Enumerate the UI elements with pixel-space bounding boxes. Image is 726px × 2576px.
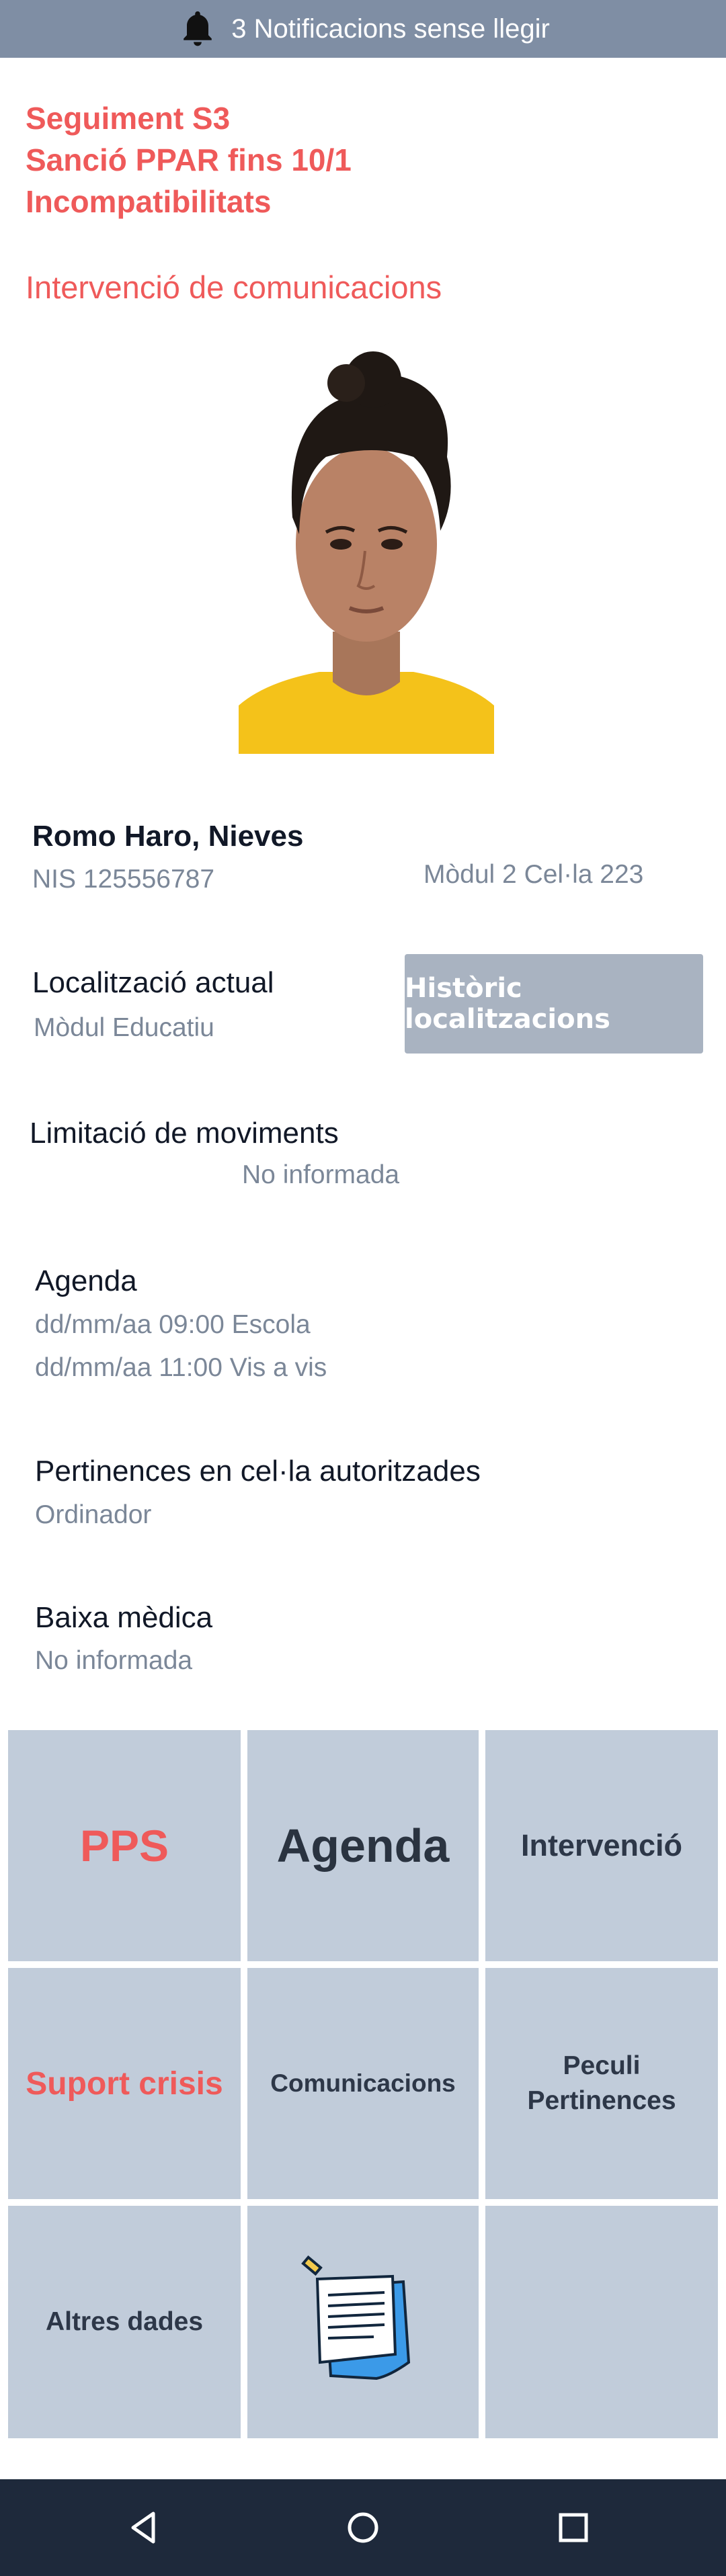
alert-item: Seguiment S3 xyxy=(26,101,231,136)
tile-pps[interactable]: PPS xyxy=(8,1730,241,1961)
inmate-photo xyxy=(239,343,494,754)
location-value: Mòdul Educatiu xyxy=(34,1013,214,1042)
notification-text: 3 Notificacions sense llegir xyxy=(231,13,550,44)
agenda-item: dd/mm/aa 09:00 Escola xyxy=(35,1310,311,1339)
alert-item: Incompatibilitats xyxy=(26,184,272,219)
tile-label: Comunicacions xyxy=(270,2069,456,2097)
person-portrait-image xyxy=(239,343,494,754)
tile-label: PPS xyxy=(79,1821,169,1871)
tile-comunicacions[interactable]: Comunicacions xyxy=(247,1968,479,2199)
medical-label: Baixa mèdica xyxy=(35,1601,213,1634)
inmate-cell: Mòdul 2 Cel·la 223 xyxy=(424,860,644,889)
belongings-label: Pertinences en cel·la autoritzades xyxy=(35,1455,481,1488)
inmate-nis: NIS 125556787 xyxy=(32,865,215,894)
communications-alert: Intervenció de comunicacions xyxy=(26,269,442,305)
agenda-item: dd/mm/aa 11:00 Vis a vis xyxy=(35,1353,327,1382)
alerts-list: Seguiment S3 Sanció PPAR fins 10/1 Incom… xyxy=(26,97,352,222)
bell-icon xyxy=(184,11,212,46)
tile-label: Agenda xyxy=(276,1819,450,1872)
medical-value: No informada xyxy=(35,1646,193,1675)
belongings-value: Ordinador xyxy=(35,1500,152,1529)
location-label: Localització actual xyxy=(32,966,274,999)
tile-label: Peculi xyxy=(563,2051,641,2080)
menu-grid: PPS Agenda Intervenció Suport crisis Com… xyxy=(8,1730,718,2438)
back-icon[interactable] xyxy=(121,2504,168,2551)
system-nav-bar xyxy=(0,2479,726,2576)
tile-label: Altres dades xyxy=(45,2307,204,2336)
tile-agenda[interactable]: Agenda xyxy=(247,1730,479,1961)
inmate-name: Romo Haro, Nieves xyxy=(32,820,304,853)
movement-value: No informada xyxy=(242,1160,400,1189)
movement-label: Limitació de moviments xyxy=(30,1117,339,1150)
agenda-label: Agenda xyxy=(35,1264,137,1297)
home-icon[interactable] xyxy=(339,2504,387,2551)
tile-altres-dades[interactable]: Altres dades xyxy=(8,2206,241,2438)
tile-notes[interactable] xyxy=(247,2206,479,2438)
location-history-button[interactable]: Històric localitzacions xyxy=(405,954,703,1054)
tile-intervencio[interactable]: Intervenció xyxy=(485,1730,718,1961)
notification-bar[interactable]: 3 Notificacions sense llegir xyxy=(0,0,726,58)
tile-peculi-pertinences[interactable]: Peculi Pertinences xyxy=(485,1968,718,2199)
alert-item: Sanció PPAR fins 10/1 xyxy=(26,142,352,177)
tile-suport-crisis[interactable]: Suport crisis xyxy=(8,1968,241,2199)
tile-label: Pertinences xyxy=(527,2086,676,2115)
notepad-icon xyxy=(301,2255,411,2380)
recents-icon[interactable] xyxy=(550,2504,597,2551)
tile-label: Suport crisis xyxy=(26,2065,223,2102)
tile-empty xyxy=(485,2206,718,2438)
tile-label: Intervenció xyxy=(520,1828,683,1862)
